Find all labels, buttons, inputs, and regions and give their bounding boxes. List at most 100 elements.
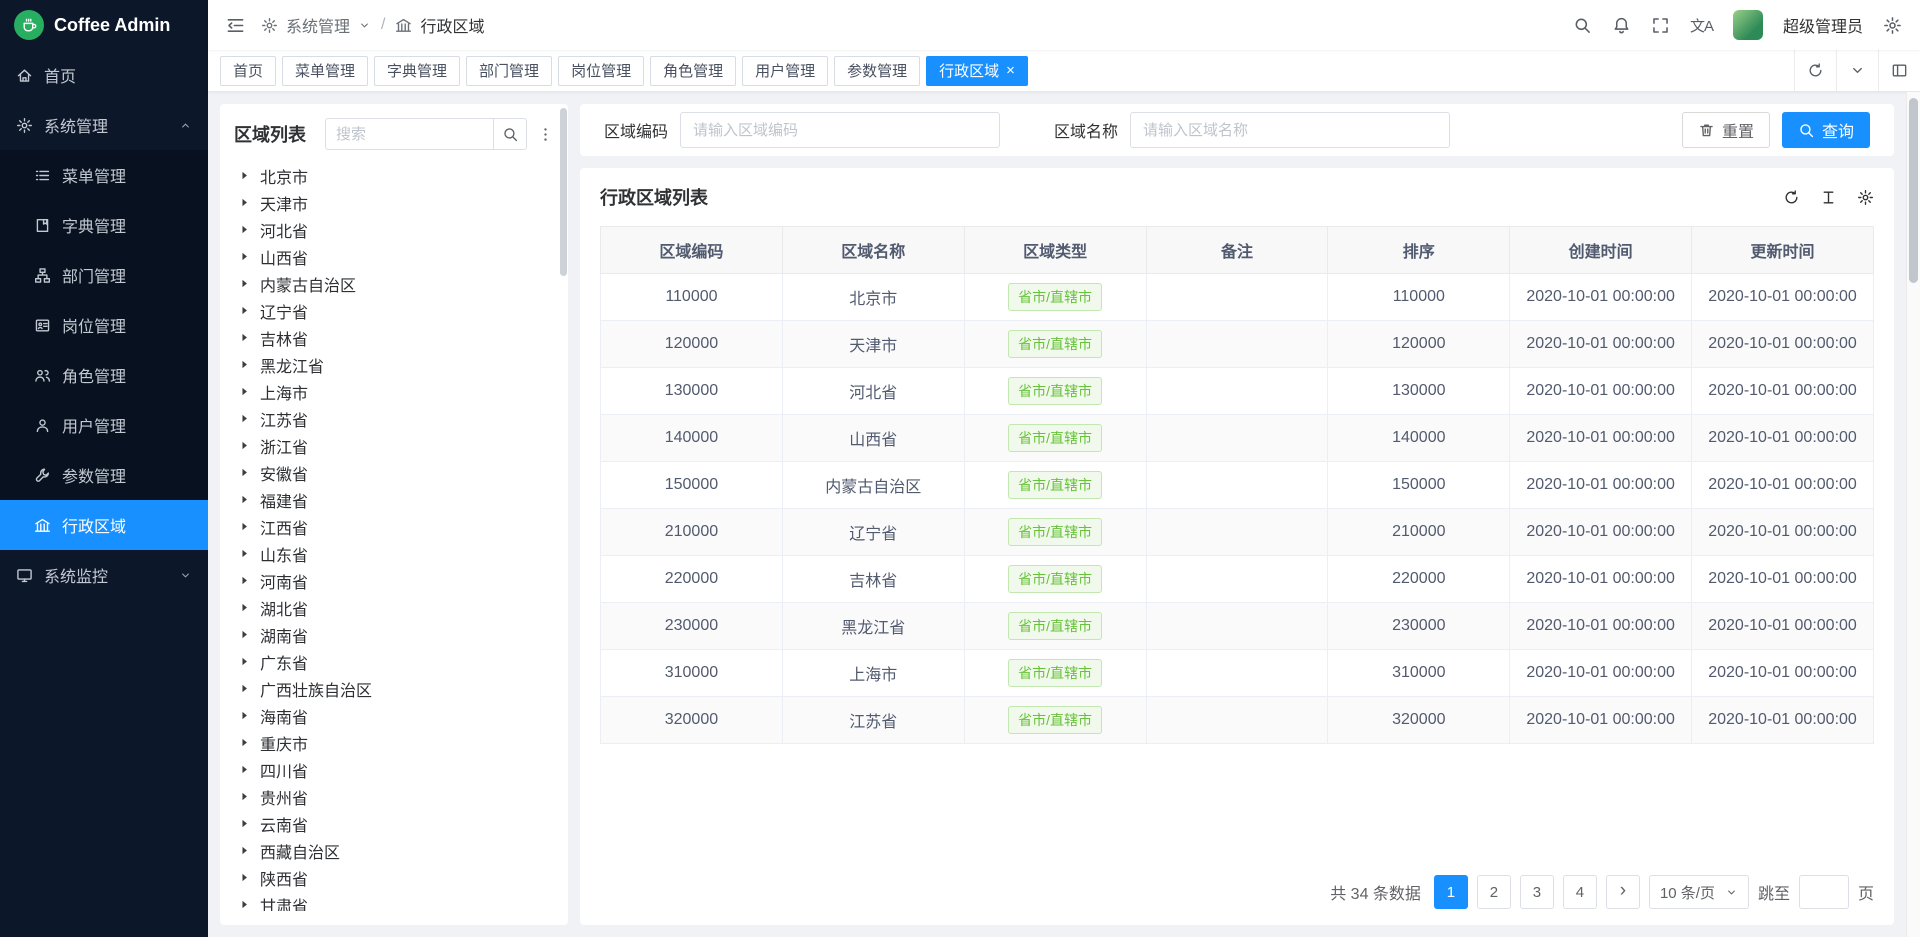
search-button[interactable]: 查询 xyxy=(1782,112,1870,148)
caret-right-icon[interactable] xyxy=(238,277,251,290)
tree-search-button[interactable] xyxy=(493,118,527,150)
tree-item[interactable]: 北京市 xyxy=(234,162,554,189)
tree-item[interactable]: 陕西省 xyxy=(234,864,554,891)
caret-right-icon[interactable] xyxy=(238,439,251,452)
caret-right-icon[interactable] xyxy=(238,817,251,830)
tab[interactable]: 角色管理 × xyxy=(650,56,736,86)
tree-search-input[interactable] xyxy=(325,118,493,150)
tree-item[interactable]: 山西省 xyxy=(234,243,554,270)
tree-item[interactable]: 河北省 xyxy=(234,216,554,243)
page-button[interactable]: 3 xyxy=(1520,875,1554,909)
caret-right-icon[interactable] xyxy=(238,385,251,398)
tree-item[interactable]: 广东省 xyxy=(234,648,554,675)
tree-item[interactable]: 西藏自治区 xyxy=(234,837,554,864)
scrollbar-thumb[interactable] xyxy=(1909,98,1918,283)
sidebar-item-role-mgmt[interactable]: 角色管理 xyxy=(0,350,208,400)
tree-item[interactable]: 广西壮族自治区 xyxy=(234,675,554,702)
tree-item[interactable]: 山东省 xyxy=(234,540,554,567)
page-button[interactable]: 1 xyxy=(1434,875,1468,909)
caret-right-icon[interactable] xyxy=(238,169,251,182)
sidebar-item-dept-mgmt[interactable]: 部门管理 xyxy=(0,250,208,300)
caret-right-icon[interactable] xyxy=(238,223,251,236)
tree-item[interactable]: 吉林省 xyxy=(234,324,554,351)
caret-right-icon[interactable] xyxy=(238,574,251,587)
tree-item[interactable]: 上海市 xyxy=(234,378,554,405)
caret-right-icon[interactable] xyxy=(238,601,251,614)
tree-item[interactable]: 江苏省 xyxy=(234,405,554,432)
tree-item[interactable]: 重庆市 xyxy=(234,729,554,756)
tab[interactable]: 部门管理 × xyxy=(466,56,552,86)
caret-right-icon[interactable] xyxy=(238,331,251,344)
tree-item[interactable]: 黑龙江省 xyxy=(234,351,554,378)
caret-right-icon[interactable] xyxy=(238,736,251,749)
tree-item[interactable]: 辽宁省 xyxy=(234,297,554,324)
sidebar-item-user-mgmt[interactable]: 用户管理 xyxy=(0,400,208,450)
tree-item[interactable]: 四川省 xyxy=(234,756,554,783)
caret-right-icon[interactable] xyxy=(238,628,251,641)
sidebar-item-region[interactable]: 行政区域 xyxy=(0,500,208,550)
tree-item[interactable]: 浙江省 xyxy=(234,432,554,459)
sidebar-item-home[interactable]: 首页 xyxy=(0,50,208,100)
reset-button[interactable]: 重置 xyxy=(1682,112,1770,148)
app-logo[interactable]: Coffee Admin xyxy=(0,0,208,50)
sidebar-group-system[interactable]: 系统管理 xyxy=(0,100,208,150)
tree-item[interactable]: 河南省 xyxy=(234,567,554,594)
tree-item[interactable]: 湖南省 xyxy=(234,621,554,648)
tab[interactable]: 行政区域 × xyxy=(926,56,1028,86)
caret-right-icon[interactable] xyxy=(238,655,251,668)
table-settings-button[interactable] xyxy=(1857,189,1874,206)
tree-item[interactable]: 内蒙古自治区 xyxy=(234,270,554,297)
table-density-button[interactable] xyxy=(1820,189,1837,206)
language-switch-button[interactable]: 文A xyxy=(1690,15,1713,36)
breadcrumb-item-system[interactable]: 系统管理 xyxy=(286,13,350,37)
sidebar-toggle-button[interactable] xyxy=(226,16,245,35)
tab[interactable]: 岗位管理 × xyxy=(558,56,644,86)
tab[interactable]: 用户管理 × xyxy=(742,56,828,86)
tree-item[interactable]: 海南省 xyxy=(234,702,554,729)
caret-right-icon[interactable] xyxy=(238,196,251,209)
sidebar-item-menu-mgmt[interactable]: 菜单管理 xyxy=(0,150,208,200)
username[interactable]: 超级管理员 xyxy=(1783,13,1863,37)
region-code-input[interactable] xyxy=(680,112,1000,148)
caret-right-icon[interactable] xyxy=(238,709,251,722)
sidebar-item-post-mgmt[interactable]: 岗位管理 xyxy=(0,300,208,350)
sidebar-item-dict-mgmt[interactable]: 字典管理 xyxy=(0,200,208,250)
window-scrollbar[interactable] xyxy=(1906,92,1920,937)
caret-right-icon[interactable] xyxy=(238,871,251,884)
avatar[interactable] xyxy=(1733,10,1763,40)
tree-item[interactable]: 安徽省 xyxy=(234,459,554,486)
tree-item[interactable]: 云南省 xyxy=(234,810,554,837)
caret-right-icon[interactable] xyxy=(238,790,251,803)
caret-right-icon[interactable] xyxy=(238,358,251,371)
tree-item[interactable]: 甘肃省 xyxy=(234,891,554,911)
layout-toggle-button[interactable] xyxy=(1878,50,1920,91)
fullscreen-button[interactable] xyxy=(1651,16,1670,35)
caret-right-icon[interactable] xyxy=(238,763,251,776)
tree-item[interactable]: 江西省 xyxy=(234,513,554,540)
page-button[interactable]: 4 xyxy=(1563,875,1597,909)
caret-right-icon[interactable] xyxy=(238,682,251,695)
caret-right-icon[interactable] xyxy=(238,250,251,263)
caret-right-icon[interactable] xyxy=(238,844,251,857)
tabs-menu-button[interactable] xyxy=(1836,50,1878,91)
caret-right-icon[interactable] xyxy=(238,898,251,911)
tree-more-button[interactable] xyxy=(537,126,554,143)
jump-page-input[interactable] xyxy=(1799,875,1849,909)
tree-scrollbar-thumb[interactable] xyxy=(560,108,567,276)
refresh-tab-button[interactable] xyxy=(1794,50,1836,91)
caret-right-icon[interactable] xyxy=(238,304,251,317)
page-size-select[interactable]: 10 条/页 xyxy=(1649,875,1749,909)
region-name-input[interactable] xyxy=(1130,112,1450,148)
search-button[interactable] xyxy=(1573,16,1592,35)
sidebar-item-param-mgmt[interactable]: 参数管理 xyxy=(0,450,208,500)
caret-right-icon[interactable] xyxy=(238,493,251,506)
settings-button[interactable] xyxy=(1883,16,1902,35)
caret-right-icon[interactable] xyxy=(238,547,251,560)
tab-close-icon[interactable]: × xyxy=(1006,63,1015,78)
sidebar-group-monitor[interactable]: 系统监控 xyxy=(0,550,208,600)
notifications-button[interactable] xyxy=(1612,16,1631,35)
tree-item[interactable]: 贵州省 xyxy=(234,783,554,810)
caret-right-icon[interactable] xyxy=(238,466,251,479)
tree-item[interactable]: 福建省 xyxy=(234,486,554,513)
table-refresh-button[interactable] xyxy=(1783,189,1800,206)
